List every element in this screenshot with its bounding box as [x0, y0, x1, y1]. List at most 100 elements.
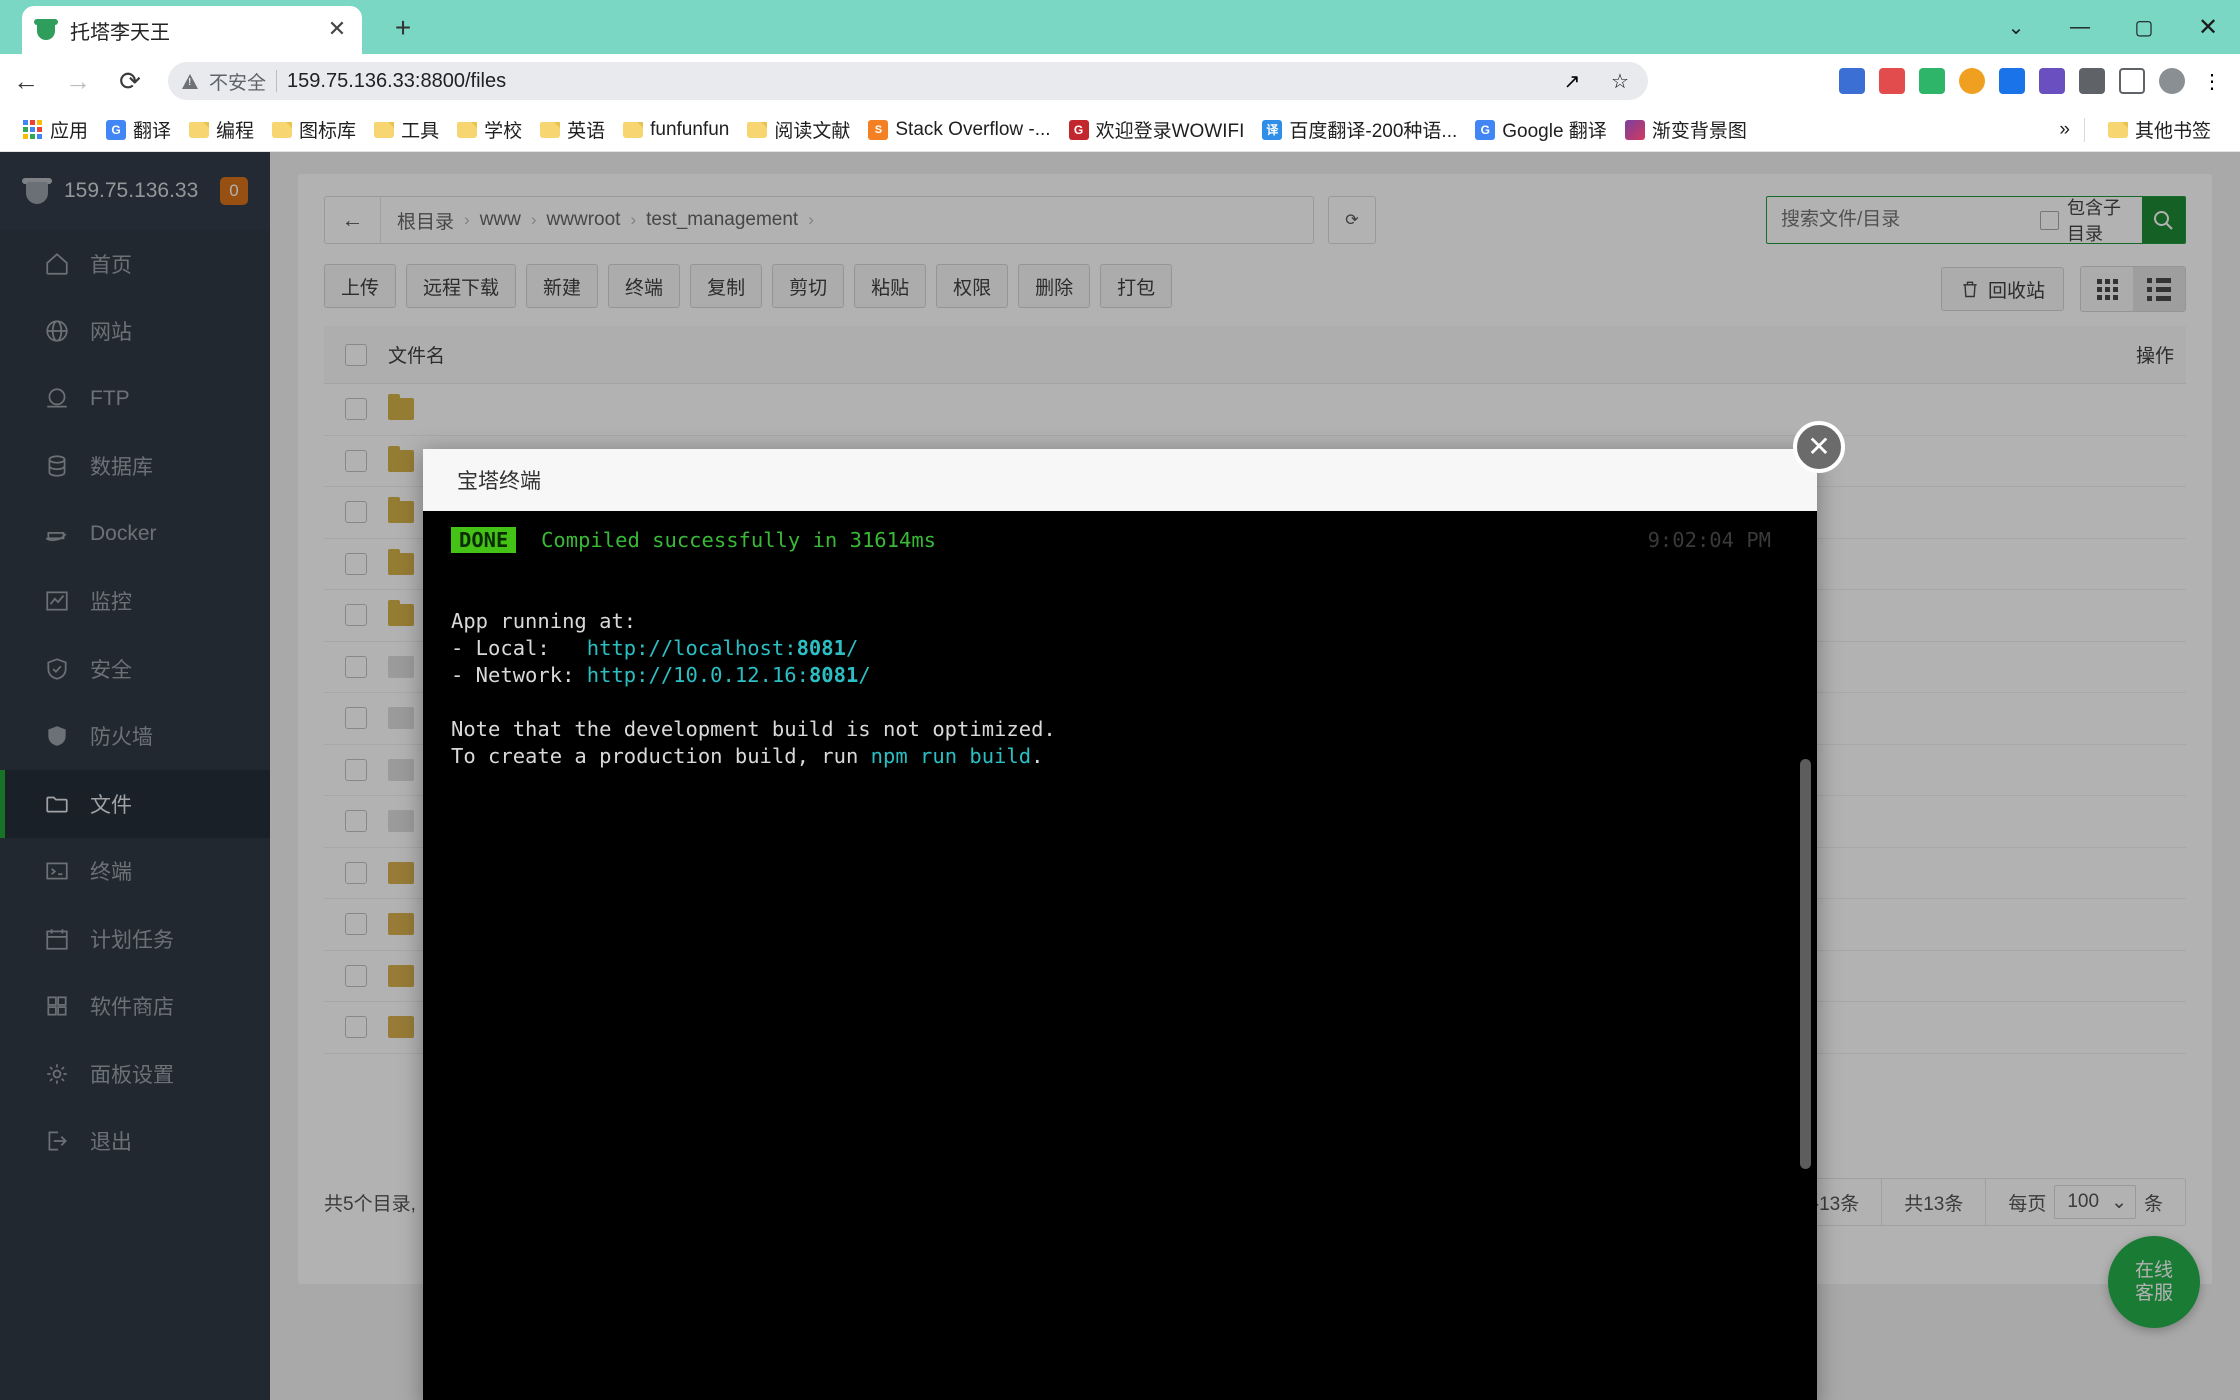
address-bar[interactable]: 不安全 159.75.136.33:8800/files ↗ ☆ — [168, 62, 1648, 100]
folder-icon — [623, 122, 643, 138]
bookmark-folder-3[interactable]: 编程 — [180, 113, 263, 147]
gradient-icon — [1625, 120, 1645, 140]
local-url: http://localhost: — [587, 636, 797, 660]
folder-icon — [747, 122, 767, 138]
folder-icon — [374, 122, 394, 138]
to-create-prefix: To create a production build, run — [451, 744, 871, 768]
omnibox-actions: ↗ ☆ — [1554, 62, 1638, 100]
extension-puzzle-icon[interactable] — [2074, 63, 2110, 99]
bookmark-folder-4[interactable]: 图标库 — [263, 113, 365, 147]
tab-title: 托塔李天王 — [70, 16, 170, 45]
bookmark-folder-8[interactable]: funfunfun — [614, 113, 738, 147]
extension-icon-3[interactable] — [1914, 63, 1950, 99]
bookmark-label: funfunfun — [650, 119, 729, 141]
bookmark-stackoverflow[interactable]: S Stack Overflow -... — [859, 113, 1059, 147]
terminal-output[interactable]: 9:02:04 PM DONE Compiled successfully in… — [423, 511, 1817, 1400]
bookmarks-overflow: » 其他书签 — [2059, 113, 2226, 147]
local-slash: / — [846, 636, 858, 660]
tab-search-chevron-icon[interactable]: ⌄ — [1984, 0, 2048, 54]
profile-avatar[interactable] — [2154, 63, 2190, 99]
bookmark-gradient[interactable]: 渐变背景图 — [1616, 113, 1756, 147]
terminal-line-local: - Local: http://localhost:8081/ — [451, 635, 1789, 662]
terminal-line-note: Note that the development build is not o… — [451, 716, 1789, 743]
local-port: 8081 — [797, 636, 846, 660]
bookmark-label: 翻译 — [133, 116, 171, 143]
network-port: 8081 — [809, 663, 858, 687]
chrome-menu-icon[interactable]: ⋮ — [2194, 63, 2230, 99]
bookmark-label: 渐变背景图 — [1652, 116, 1747, 143]
folder-icon — [2108, 122, 2128, 138]
google-translate-icon: G — [106, 120, 126, 140]
network-label: - Network: — [451, 663, 587, 687]
insecure-warning-icon — [182, 74, 199, 89]
bookmark-label: 应用 — [50, 116, 88, 143]
site-icon: G — [1069, 120, 1089, 140]
bookmark-baidu-translate[interactable]: 译 百度翻译-200种语... — [1253, 113, 1466, 147]
bt-panel-page: 159.75.136.33 0 首页 网站 FTP 数据库 Docker — [0, 152, 2240, 1400]
tab-close-icon[interactable]: ✕ — [326, 19, 348, 41]
bookmark-folder-5[interactable]: 工具 — [365, 113, 448, 147]
close-icon[interactable]: ✕ — [1793, 421, 1845, 473]
local-label: - Local: — [451, 636, 587, 660]
bookmark-label: Google 翻译 — [1502, 116, 1607, 143]
network-slash: / — [858, 663, 870, 687]
browser-toolbar: ← → ⟳ 不安全 159.75.136.33:8800/files ↗ ☆ ⋮ — [0, 54, 2240, 108]
folder-icon — [272, 122, 292, 138]
bookmark-folder-7[interactable]: 英语 — [531, 113, 614, 147]
stackoverflow-icon: S — [868, 120, 888, 140]
terminal-modal-header: 宝塔终端 — [423, 449, 1817, 511]
terminal-modal: 宝塔终端 ✕ 9:02:04 PM DONE Compiled successf… — [423, 449, 1817, 1400]
window-close-button[interactable]: ✕ — [2176, 0, 2240, 54]
minimize-button[interactable]: — — [2048, 0, 2112, 54]
bookmark-folder-6[interactable]: 学校 — [448, 113, 531, 147]
bookmark-google-translate[interactable]: G Google 翻译 — [1466, 113, 1616, 147]
bookmark-star-icon[interactable]: ☆ — [1602, 63, 1638, 99]
sidepanel-icon[interactable] — [2114, 63, 2150, 99]
insecure-label: 不安全 — [209, 68, 266, 95]
extensions-row: ⋮ — [1834, 62, 2230, 100]
google-translate-icon: G — [1475, 120, 1495, 140]
extension-icon-6[interactable] — [2034, 63, 2070, 99]
terminal-line-to-create: To create a production build, run npm ru… — [451, 743, 1789, 770]
share-icon[interactable]: ↗ — [1554, 63, 1590, 99]
url-text: 159.75.136.33:8800/files — [287, 70, 506, 93]
bookmark-label: 百度翻译-200种语... — [1289, 116, 1457, 143]
extension-icon-2[interactable] — [1874, 63, 1910, 99]
terminal-line-app-running: App running at: — [451, 608, 1789, 635]
bookmark-label: 学校 — [484, 116, 522, 143]
period: . — [1031, 744, 1043, 768]
extension-icon-4[interactable] — [1954, 63, 1990, 99]
omnibox-divider — [276, 70, 277, 92]
folder-icon — [189, 122, 209, 138]
bookmark-translate[interactable]: G 翻译 — [97, 113, 180, 147]
other-bookmarks-label: 其他书签 — [2135, 116, 2211, 143]
other-bookmarks-button[interactable]: 其他书签 — [2099, 113, 2220, 147]
done-badge: DONE — [451, 527, 516, 553]
maximize-button[interactable]: ▢ — [2112, 0, 2176, 54]
network-url: http://10.0.12.16: — [587, 663, 809, 687]
extension-icon-1[interactable] — [1834, 63, 1870, 99]
terminal-timestamp: 9:02:04 PM — [1648, 527, 1771, 554]
bookmark-label: 工具 — [401, 116, 439, 143]
reload-icon[interactable]: ⟳ — [104, 54, 156, 108]
folder-icon — [540, 122, 560, 138]
browser-tab[interactable]: 托塔李天王 ✕ — [22, 6, 362, 54]
extension-icon-5[interactable] — [1994, 63, 2030, 99]
back-icon[interactable]: ← — [0, 54, 52, 108]
bt-shield-icon — [34, 18, 58, 42]
browser-window: 托塔李天王 ✕ + ⌄ — ▢ ✕ ← → ⟳ 不安全 159.75.136.3… — [0, 0, 2240, 1400]
folder-icon — [457, 122, 477, 138]
bookmarks-bar: 应用 G 翻译 编程 图标库 工具 学校 英语 funfunfun — [0, 108, 2240, 152]
npm-command: npm run build — [871, 744, 1031, 768]
terminal-scrollbar[interactable] — [1800, 759, 1811, 1169]
terminal-line-network: - Network: http://10.0.12.16:8081/ — [451, 662, 1789, 689]
bookmark-apps[interactable]: 应用 — [14, 113, 97, 147]
bookmark-folder-9[interactable]: 阅读文献 — [738, 113, 859, 147]
bookmark-wowifi[interactable]: G 欢迎登录WOWIFI — [1060, 113, 1254, 147]
forward-icon[interactable]: → — [52, 54, 104, 108]
bookmarks-overflow-icon[interactable]: » — [2059, 119, 2070, 141]
compiled-text: Compiled successfully in 31614ms — [541, 528, 936, 552]
tab-strip: 托塔李天王 ✕ + ⌄ — ▢ ✕ — [0, 0, 2240, 54]
new-tab-button[interactable]: + — [388, 14, 418, 44]
baidu-translate-icon: 译 — [1262, 120, 1282, 140]
